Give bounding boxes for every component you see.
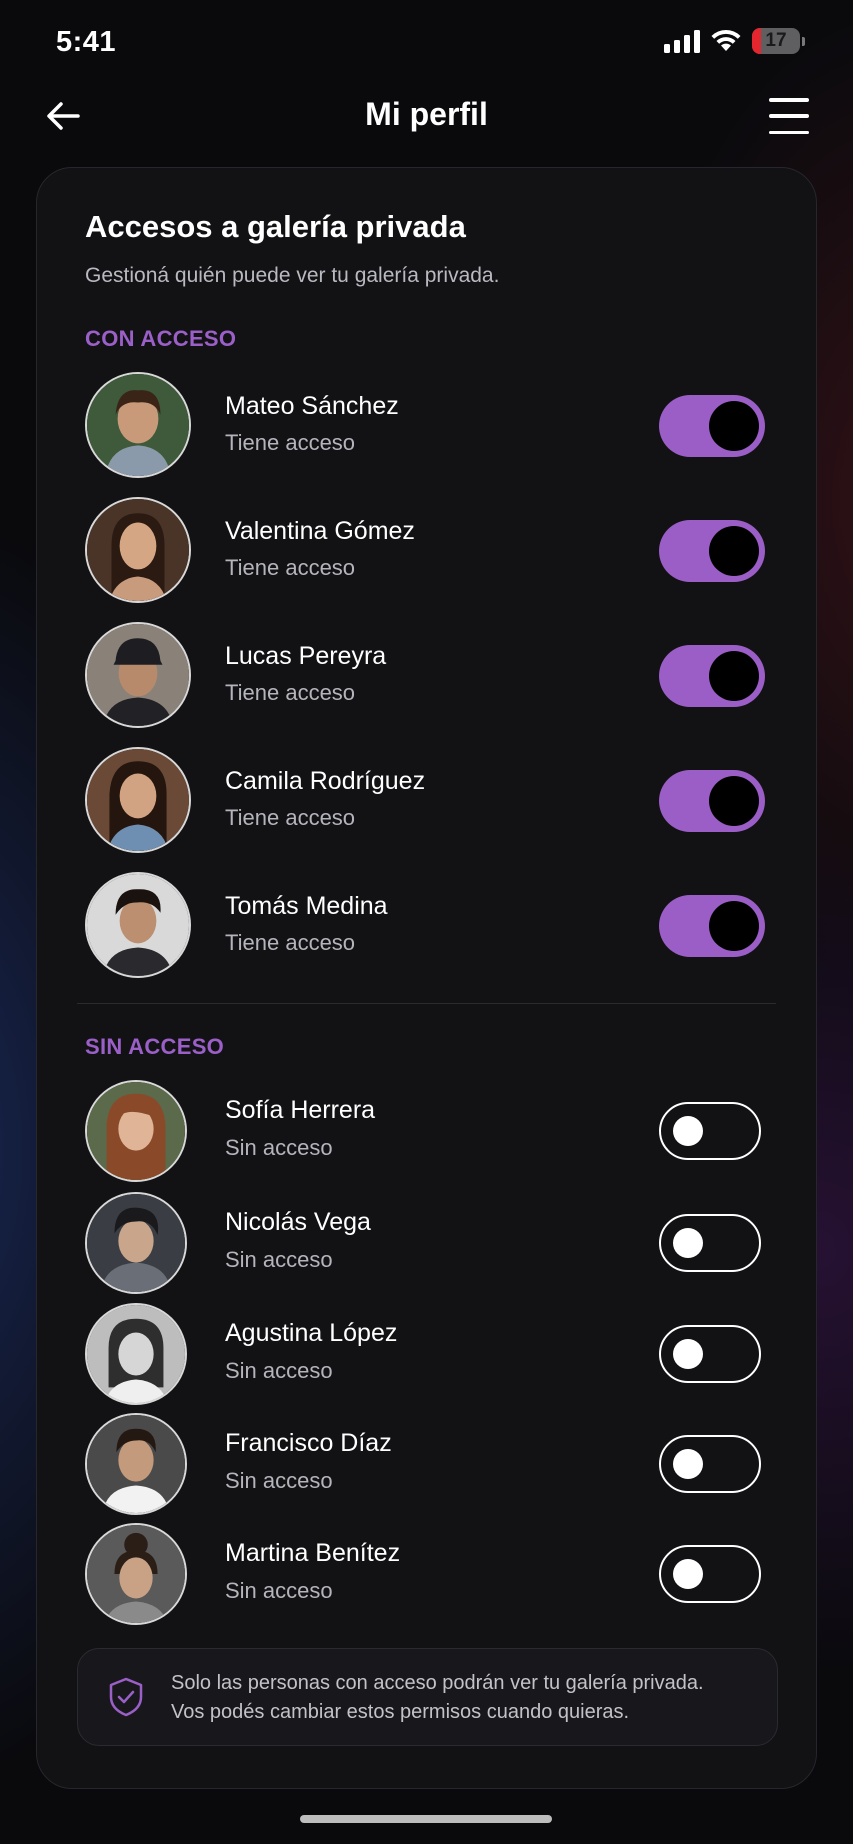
wifi-icon <box>710 29 742 53</box>
access-status: Sin acceso <box>225 1358 333 1383</box>
status-bar: 5:41 17 <box>0 0 853 90</box>
section-label-with-access: CON ACCESO <box>85 326 237 351</box>
battery-level: 17 <box>765 30 787 51</box>
person-name: Martina Benítez <box>225 1539 401 1567</box>
list-item: Nicolás Vega Sin acceso <box>37 1192 816 1302</box>
section-divider <box>77 1003 776 1004</box>
person-name: Nicolás Vega <box>225 1208 371 1236</box>
person-name: Francisco Díaz <box>225 1429 392 1457</box>
person-name: Sofía Herrera <box>225 1096 376 1124</box>
avatar <box>85 372 191 478</box>
avatar <box>85 1080 187 1182</box>
list-item: Mateo Sánchez Tiene acceso <box>37 372 816 482</box>
list-item: Camila Rodríguez Tiene acceso <box>37 747 816 857</box>
page-title: Mi perfil <box>365 96 488 132</box>
menu-icon-line <box>769 114 809 118</box>
card-subtitle: Gestioná quién puede ver tu galería priv… <box>85 264 500 287</box>
access-toggle[interactable] <box>659 645 765 707</box>
gallery-access-card: Accesos a galería privada Gestioná quién… <box>36 167 817 1789</box>
avatar <box>85 1413 187 1515</box>
cellular-signal-icon <box>664 29 700 53</box>
access-toggle[interactable] <box>659 1214 761 1272</box>
person-name: Tomás Medina <box>225 892 388 920</box>
avatar <box>85 622 191 728</box>
list-item: Sofía Herrera Sin acceso <box>37 1080 816 1190</box>
access-status: Tiene acceso <box>225 430 356 455</box>
access-status: Tiene acceso <box>225 805 356 830</box>
access-toggle[interactable] <box>659 1102 761 1160</box>
access-toggle[interactable] <box>659 1325 761 1383</box>
access-toggle[interactable] <box>659 395 765 457</box>
person-name: Valentina Gómez <box>225 517 415 545</box>
list-item: Lucas Pereyra Tiene acceso <box>37 622 816 732</box>
access-toggle[interactable] <box>659 1545 761 1603</box>
person-name: Agustina López <box>225 1319 398 1347</box>
access-toggle[interactable] <box>659 895 765 957</box>
list-item: Agustina López Sin acceso <box>37 1303 816 1413</box>
access-status: Sin acceso <box>225 1578 333 1603</box>
access-toggle[interactable] <box>659 520 765 582</box>
access-status: Sin acceso <box>225 1247 333 1272</box>
access-toggle[interactable] <box>659 1435 761 1493</box>
person-name: Lucas Pereyra <box>225 642 387 670</box>
battery-icon: 17 <box>752 28 800 54</box>
section-label-without-access: SIN ACCESO <box>85 1034 225 1059</box>
list-item: Martina Benítez Sin acceso <box>37 1523 816 1633</box>
menu-icon-line <box>769 130 809 134</box>
person-name: Mateo Sánchez <box>225 392 399 420</box>
header: Mi perfil <box>0 86 853 146</box>
access-status: Tiene acceso <box>225 680 356 705</box>
menu-button[interactable] <box>769 98 809 134</box>
info-box: Solo las personas con acceso podrán ver … <box>77 1648 778 1746</box>
avatar <box>85 1303 187 1405</box>
avatar <box>85 1523 187 1625</box>
status-icons: 17 <box>664 28 805 54</box>
list-item: Francisco Díaz Sin acceso <box>37 1413 816 1523</box>
access-status: Sin acceso <box>225 1135 333 1160</box>
shield-check-icon <box>109 1677 143 1717</box>
access-status: Sin acceso <box>225 1468 333 1493</box>
avatar <box>85 1192 187 1294</box>
info-text-line-1: Solo las personas con acceso podrán ver … <box>171 1672 704 1694</box>
avatar <box>85 497 191 603</box>
home-indicator[interactable] <box>300 1815 552 1823</box>
avatar <box>85 747 191 853</box>
access-status: Tiene acceso <box>225 930 356 955</box>
list-item: Valentina Gómez Tiene acceso <box>37 497 816 607</box>
card-title: Accesos a galería privada <box>85 209 466 244</box>
list-item: Tomás Medina Tiene acceso <box>37 872 816 982</box>
info-text-line-2: Vos podés cambiar estos permisos cuando … <box>171 1701 630 1723</box>
menu-icon-line <box>769 98 809 102</box>
person-name: Camila Rodríguez <box>225 767 426 795</box>
status-time: 5:41 <box>56 26 117 58</box>
access-toggle[interactable] <box>659 770 765 832</box>
avatar <box>85 872 191 978</box>
access-status: Tiene acceso <box>225 555 356 580</box>
